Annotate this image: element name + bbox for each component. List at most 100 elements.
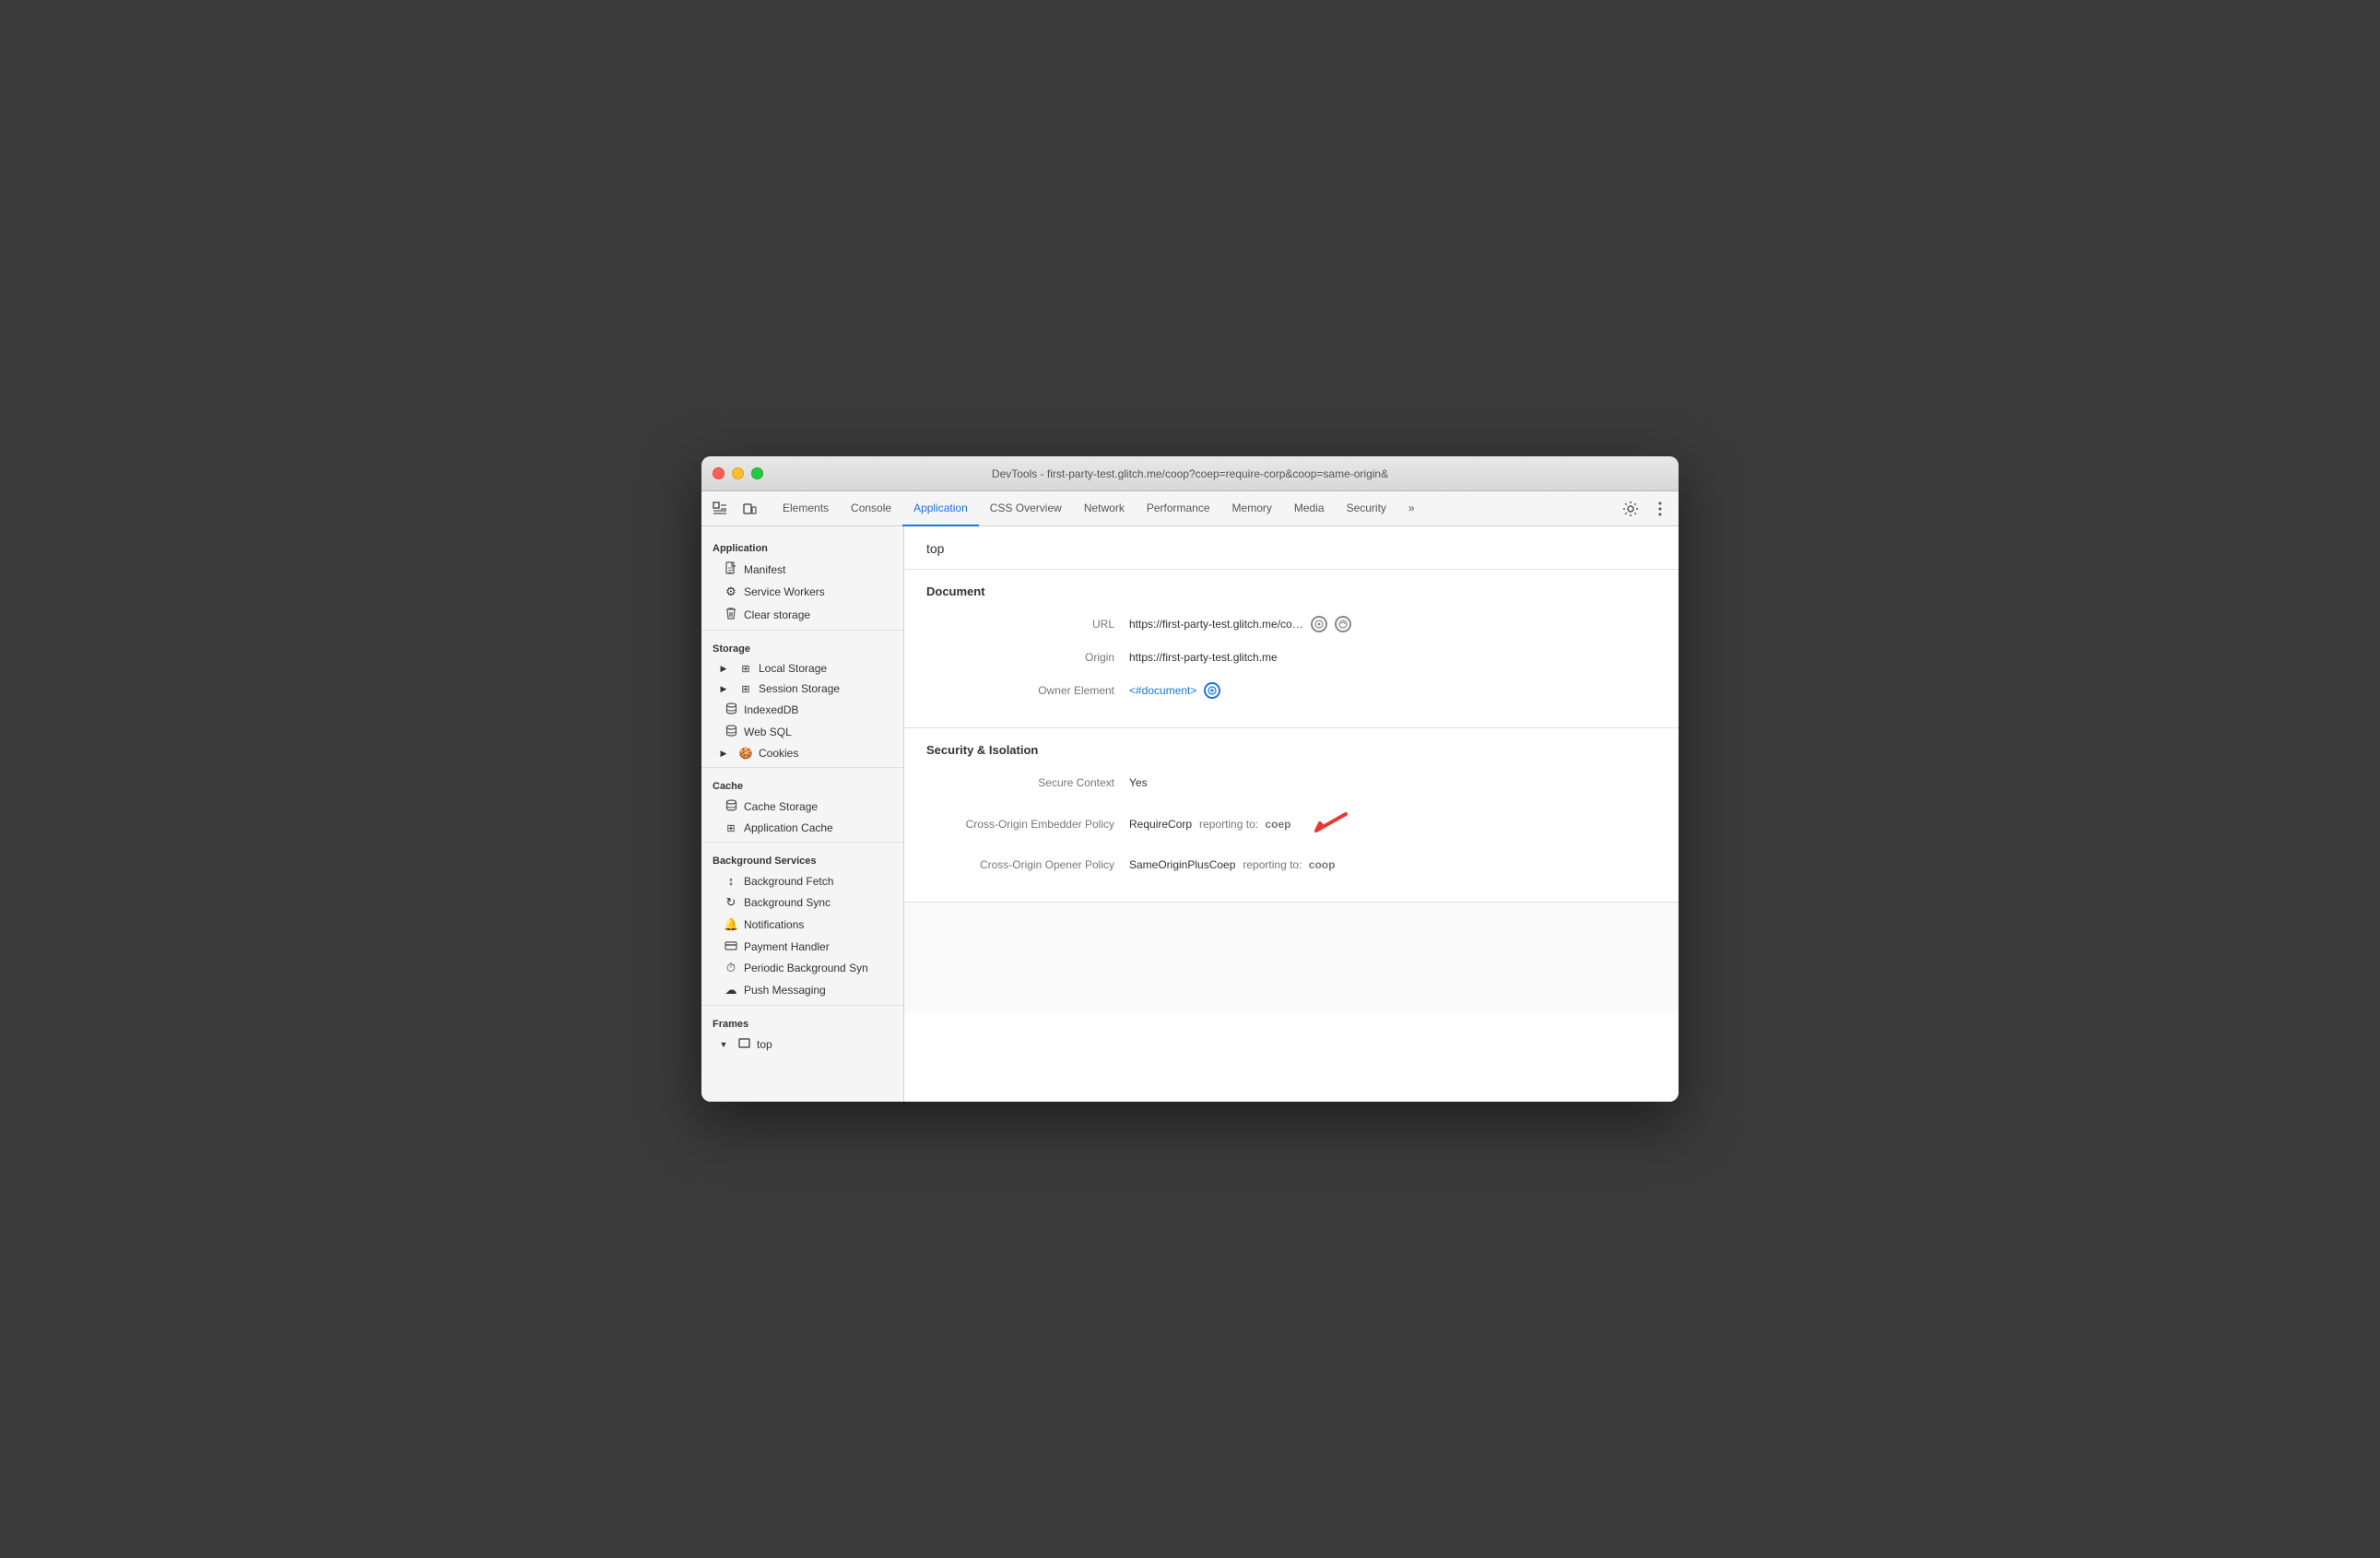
sidebar-item-app-cache[interactable]: ⊞ Application Cache — [701, 818, 903, 838]
document-section-title: Document — [926, 584, 1656, 598]
frame-box-icon — [736, 1037, 751, 1051]
red-arrow-annotation — [1302, 805, 1349, 843]
cookie-icon: 🍪 — [738, 747, 753, 760]
tab-media[interactable]: Media — [1283, 491, 1336, 526]
trash-icon — [724, 607, 738, 622]
tab-memory[interactable]: Memory — [1221, 491, 1283, 526]
sidebar-item-push-messaging[interactable]: ☁ Push Messaging — [701, 979, 903, 1001]
tab-performance[interactable]: Performance — [1136, 491, 1221, 526]
expand-arrow-icon: ▶ — [716, 749, 731, 759]
bg-fetch-icon: ↕ — [724, 874, 738, 888]
security-section-title: Security & Isolation — [926, 743, 1656, 757]
payment-icon — [724, 939, 738, 953]
secure-context-field-row: Secure Context Yes — [926, 772, 1656, 794]
bg-sync-icon: ↻ — [724, 895, 738, 910]
grid-icon: ⊞ — [738, 683, 753, 695]
origin-field-row: Origin https://first-party-test.glitch.m… — [926, 646, 1656, 668]
owner-element-icon[interactable] — [1204, 682, 1220, 699]
expand-arrow-icon: ▶ — [716, 684, 731, 694]
minimize-button[interactable] — [732, 467, 744, 479]
sidebar-item-clear-storage[interactable]: Clear storage — [701, 603, 903, 626]
gear-icon: ⚙ — [724, 584, 738, 599]
sidebar-section-storage: Storage — [701, 634, 903, 658]
traffic-lights — [713, 467, 763, 479]
sidebar-item-service-workers[interactable]: ⚙ Service Workers — [701, 581, 903, 603]
settings-icon[interactable] — [1620, 498, 1642, 520]
tab-console[interactable]: Console — [840, 491, 902, 526]
more-options-icon[interactable] — [1649, 498, 1671, 520]
titlebar: DevTools - first-party-test.glitch.me/co… — [701, 456, 1679, 491]
coop-value: SameOriginPlusCoep reporting to: coop — [1129, 858, 1335, 871]
tab-elements[interactable]: Elements — [772, 491, 840, 526]
sidebar-item-top-frame[interactable]: ▼ top — [701, 1033, 903, 1055]
sidebar-item-local-storage[interactable]: ▶ ⊞ Local Storage — [701, 658, 903, 679]
tab-application[interactable]: Application — [902, 491, 979, 526]
grid-icon: ⊞ — [738, 663, 753, 675]
cache-db-icon — [724, 799, 738, 814]
document-link[interactable]: <#document> — [1129, 684, 1196, 697]
inspect-icon[interactable] — [709, 498, 731, 520]
url-reload-icon[interactable] — [1335, 616, 1351, 632]
document-section: Document URL https://first-party-test.gl… — [904, 570, 1679, 728]
owner-element-value: <#document> — [1129, 682, 1220, 699]
maximize-button[interactable] — [751, 467, 763, 479]
content-panel: top Document URL https://first-party-tes… — [904, 526, 1679, 1102]
coep-value: RequireCorp reporting to: coep — [1129, 805, 1349, 843]
sidebar-item-cache-storage[interactable]: Cache Storage — [701, 796, 903, 818]
clock-icon: ⏱ — [724, 961, 738, 975]
sidebar-item-manifest[interactable]: Manifest — [701, 558, 903, 581]
db2-icon — [724, 725, 738, 739]
window-title: DevTools - first-party-test.glitch.me/co… — [992, 467, 1388, 480]
tab-icons — [709, 498, 760, 520]
secure-context-label: Secure Context — [926, 776, 1129, 789]
sidebar-item-periodic-bg-sync[interactable]: ⏱ Periodic Background Syn — [701, 957, 903, 979]
notifications-icon: 🔔 — [724, 917, 738, 932]
sidebar-section-frames: Frames — [701, 1009, 903, 1033]
coop-field-row: Cross-Origin Opener Policy SameOriginPlu… — [926, 854, 1656, 876]
sidebar: Application Manifest ⚙ Service Workers — [701, 526, 904, 1102]
sidebar-section-application: Application — [701, 534, 903, 558]
url-label: URL — [926, 618, 1129, 631]
close-button[interactable] — [713, 467, 725, 479]
file-icon — [724, 561, 738, 577]
sidebar-item-session-storage[interactable]: ▶ ⊞ Session Storage — [701, 679, 903, 699]
page-title: top — [926, 541, 944, 556]
devtools-window: DevTools - first-party-test.glitch.me/co… — [701, 456, 1679, 1102]
owner-element-label: Owner Element — [926, 684, 1129, 697]
url-field-row: URL https://first-party-test.glitch.me/c… — [926, 613, 1656, 635]
origin-value: https://first-party-test.glitch.me — [1129, 651, 1278, 664]
tabbar: Elements Console Application CSS Overvie… — [701, 491, 1679, 526]
sidebar-section-bg-services: Background Services — [701, 846, 903, 870]
device-toggle-icon[interactable] — [738, 498, 760, 520]
cloud-icon: ☁ — [724, 983, 738, 997]
coep-label: Cross-Origin Embedder Policy — [926, 818, 1129, 831]
content-header: top — [904, 526, 1679, 570]
secure-context-value: Yes — [1129, 776, 1148, 789]
sidebar-section-cache: Cache — [701, 772, 903, 796]
url-value: https://first-party-test.glitch.me/co… — [1129, 616, 1351, 632]
tab-network[interactable]: Network — [1073, 491, 1136, 526]
coop-label: Cross-Origin Opener Policy — [926, 858, 1129, 871]
frame-arrow-icon: ▼ — [716, 1040, 731, 1049]
owner-element-field-row: Owner Element <#document> — [926, 679, 1656, 702]
sidebar-item-indexeddb[interactable]: IndexedDB — [701, 699, 903, 721]
tab-security[interactable]: Security — [1336, 491, 1397, 526]
db-icon — [724, 702, 738, 717]
sidebar-item-notifications[interactable]: 🔔 Notifications — [701, 914, 903, 936]
sidebar-item-bg-sync[interactable]: ↻ Background Sync — [701, 891, 903, 914]
sidebar-item-bg-fetch[interactable]: ↕ Background Fetch — [701, 870, 903, 891]
empty-content-area — [904, 903, 1679, 1013]
expand-arrow-icon: ▶ — [716, 664, 731, 674]
security-section: Security & Isolation Secure Context Yes … — [904, 728, 1679, 903]
main-area: Application Manifest ⚙ Service Workers — [701, 526, 1679, 1102]
sidebar-item-cookies[interactable]: ▶ 🍪 Cookies — [701, 743, 903, 763]
tabbar-right — [1620, 498, 1671, 520]
sidebar-item-payment-handler[interactable]: Payment Handler — [701, 936, 903, 957]
url-inspect-icon[interactable] — [1311, 616, 1327, 632]
coep-field-row: Cross-Origin Embedder Policy RequireCorp… — [926, 805, 1656, 843]
app-cache-icon: ⊞ — [724, 822, 738, 834]
sidebar-item-web-sql[interactable]: Web SQL — [701, 721, 903, 743]
tab-more[interactable]: » — [1397, 491, 1426, 526]
origin-label: Origin — [926, 651, 1129, 664]
tab-css-overview[interactable]: CSS Overview — [979, 491, 1073, 526]
